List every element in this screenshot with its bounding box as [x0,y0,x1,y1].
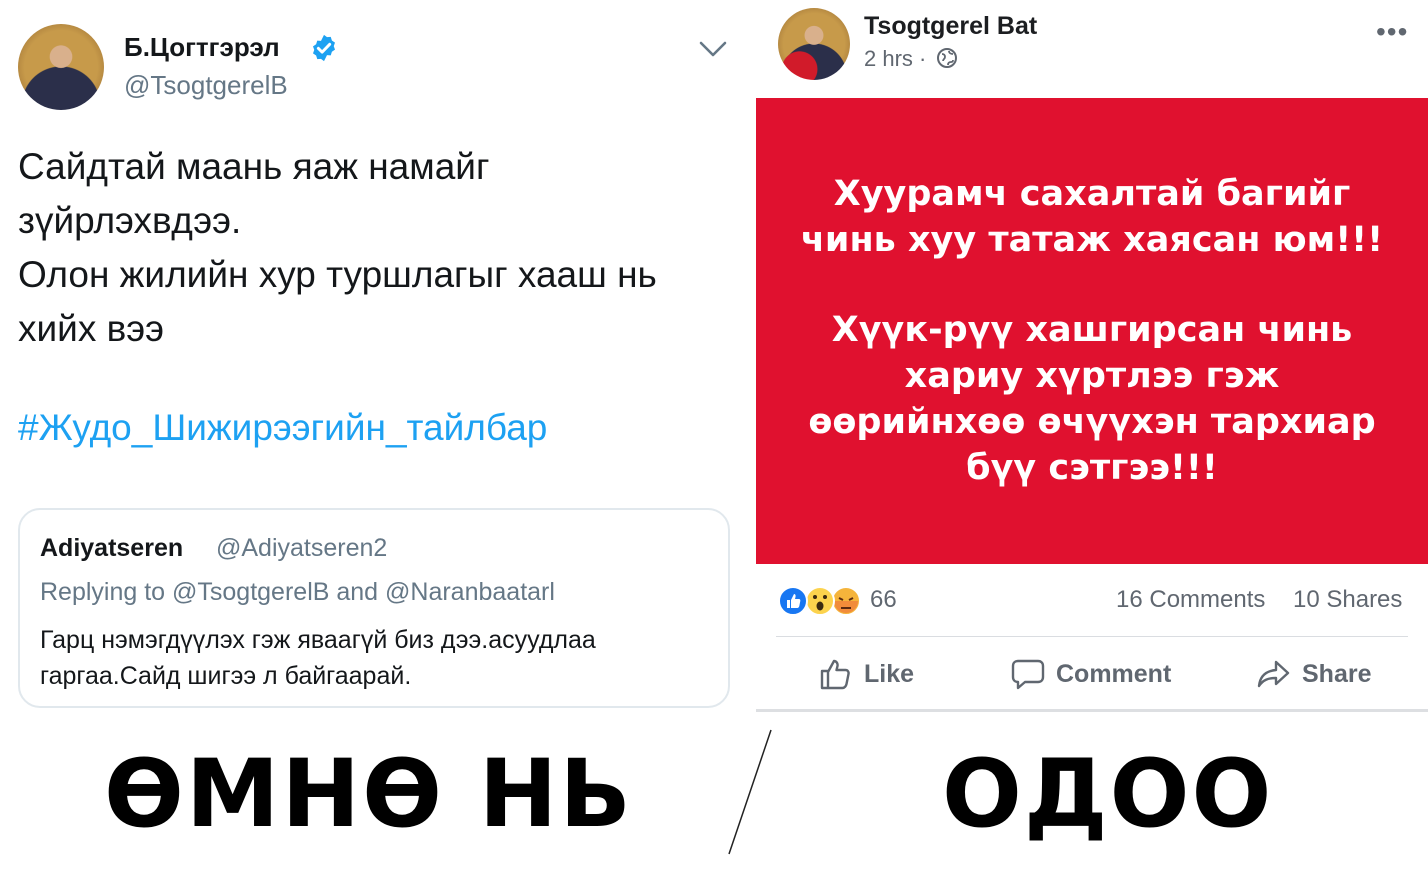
banner-text-line: өөрийнхөө өчүүхэн тархиар [808,402,1376,442]
divider-slash [728,729,772,855]
share-label: Share [1302,659,1372,688]
banner-text-line: Хуурамч сахалтай багийг [833,174,1351,214]
tweet-card: Б.Цогтгэрэл @TsogtgerelB Сайдтай маань я… [0,0,750,720]
chevron-down-icon[interactable] [698,38,728,60]
banner-text-line: бүү сэтгээ!!! [966,448,1218,488]
quoted-author-handle: @Adiyatseren2 [216,534,388,562]
post-timestamp[interactable]: 2 hrs · [864,46,926,72]
like-button[interactable]: Like [818,652,914,696]
divider [776,636,1408,637]
avatar[interactable] [778,8,850,80]
replying-to: Replying to @TsogtgerelB and @Naranbaata… [40,578,555,606]
comment-label: Comment [1056,659,1172,688]
banner-text-line: хариу хүртлээ гэж [904,356,1280,396]
angry-reaction-icon [831,586,861,616]
reaction-count[interactable]: 66 [870,586,897,614]
post-author-name[interactable]: Tsogtgerel Bat [864,12,1037,41]
banner-text-line: чинь хуу татаж хаясан юм!!! [800,220,1384,260]
like-label: Like [864,659,915,688]
post-image-banner[interactable]: Хуурамч сахалтай багийг чинь хуу татаж х… [756,98,1428,564]
comment-icon [1011,659,1045,690]
tweet-author-name[interactable]: Б.Цогтгэрэл [124,32,280,63]
quoted-author-name: Adiyatseren [40,534,184,562]
share-button[interactable]: Share [1256,652,1371,696]
quoted-text-line: гаргаа.Сайд шигээ л байгаарай. [40,662,412,690]
tweet-author-handle[interactable]: @TsogtgerelB [124,70,288,101]
tweet-text-line: зүйрлэхвдээ. [18,200,242,241]
now-label: ОДОО [942,740,1274,849]
banner-text-line: Хүүк-рүү хашгирсан чинь [831,310,1353,350]
more-options-icon[interactable]: ••• [1376,16,1408,48]
facebook-post: Tsogtgerel Bat 2 hrs · ••• Хуурамч сахал… [756,0,1428,712]
before-label: ӨМНӨ НЬ [104,740,634,849]
tweet-text-line: Олон жилийн хур туршлагыг хааш нь [18,254,657,295]
verified-badge-icon [313,34,335,62]
tweet-text-line: Сайдтай маань яаж намайг [18,146,490,187]
like-reaction-icon [778,586,808,616]
comments-count[interactable]: 16 Comments [1116,586,1265,614]
wow-reaction-icon [805,586,835,616]
share-arrow-icon [1257,660,1290,688]
tweet-text: Сайдтай маань яаж намайг зүйрлэхвдээ. Ол… [18,140,738,356]
avatar[interactable] [18,24,104,110]
shares-count[interactable]: 10 Shares [1293,586,1402,614]
comment-button[interactable]: Comment [1010,652,1171,696]
quoted-tweet[interactable]: Adiyatseren @Adiyatseren2 Replying to @T… [18,508,730,708]
globe-icon [937,48,957,68]
hashtag-link[interactable]: #Жудо_Шижирээгийн_тайлбар [18,407,547,449]
tweet-text-line: хийх вээ [18,308,165,349]
thumbs-up-icon [820,659,850,690]
quoted-tweet-text: Гарц нэмэгдүүлэх гэж яваагүй биз дээ.асу… [40,622,596,694]
reactions-icons[interactable] [776,584,862,618]
quoted-text-line: Гарц нэмэгдүүлэх гэж яваагүй биз дээ.асу… [40,626,596,654]
